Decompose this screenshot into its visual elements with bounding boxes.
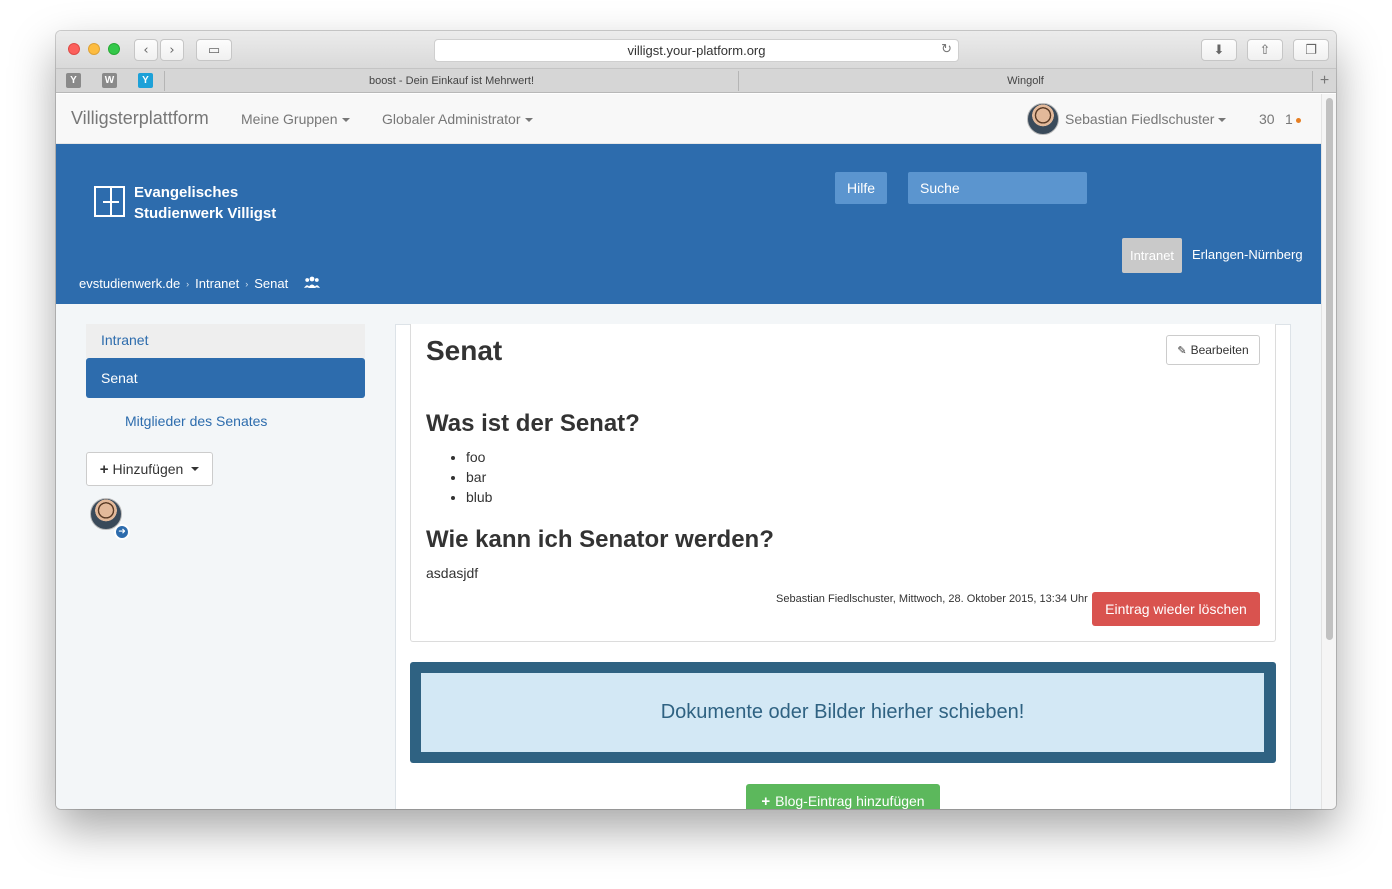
blog-button-label: Blog-Eintrag hinzufügen: [775, 793, 925, 809]
downloads-button[interactable]: ⬇: [1201, 39, 1237, 61]
list-item: bar: [466, 467, 492, 487]
section-heading: Wie kann ich Senator werden?: [426, 526, 774, 553]
new-tab-button[interactable]: +: [1313, 69, 1336, 93]
logo-text[interactable]: Evangelisches Studienwerk Villigst: [134, 182, 276, 224]
user-name: Sebastian Fiedlschuster: [1065, 111, 1215, 127]
chevron-left-icon: ‹: [143, 42, 149, 58]
caret-down-icon: [191, 467, 200, 471]
brand-link[interactable]: Villigsterplattform: [71, 108, 209, 129]
help-button[interactable]: Hilfe: [835, 172, 887, 204]
logo-line-1: Evangelisches: [134, 184, 239, 201]
tabs-overview-button[interactable]: ❐: [1293, 39, 1329, 61]
sidebar-item-intranet[interactable]: Intranet: [86, 324, 365, 358]
caret-down-icon: [524, 118, 533, 123]
site-header: Evangelisches Studienwerk Villigst Hilfe…: [56, 144, 1321, 304]
caret-down-icon: [1218, 118, 1227, 123]
tab-label: boost - Dein Einkauf ist Mehrwert!: [368, 75, 535, 87]
nav-label: Globaler Administrator: [382, 111, 521, 127]
breadcrumb-item[interactable]: evstudienwerk.de: [79, 276, 180, 291]
pinned-tab-y-combinator[interactable]: Y: [66, 73, 81, 88]
zoom-window-button[interactable]: [108, 43, 120, 55]
pinned-tab-wikipedia[interactable]: W: [102, 73, 117, 88]
y-combinator-icon: Y: [70, 75, 77, 86]
tab-label: Wingolf: [1007, 75, 1044, 87]
list-item: blub: [466, 487, 492, 507]
plus-icon: +: [761, 792, 771, 810]
user-avatar[interactable]: [1027, 103, 1059, 135]
villigst-logo-icon[interactable]: [94, 186, 125, 217]
tabs-icon: ❐: [1305, 42, 1317, 58]
nav-label: Meine Gruppen: [241, 111, 338, 127]
caret-down-icon: [341, 118, 350, 123]
share-icon: ⇧: [1259, 42, 1271, 58]
page-title: Senat: [426, 335, 503, 366]
sidebar-item-senat[interactable]: Senat: [86, 358, 365, 398]
back-button[interactable]: ‹: [134, 39, 158, 61]
nav-globaler-administrator[interactable]: Globaler Administrator: [382, 111, 533, 127]
reload-icon[interactable]: ↻: [941, 42, 952, 57]
address-bar[interactable]: villigst.your-platform.org ↻: [434, 39, 959, 62]
breadcrumb: evstudienwerk.de › Intranet › Senat: [79, 276, 321, 291]
add-blog-entry-button[interactable]: + Blog-Eintrag hinzufügen: [746, 784, 940, 809]
pill-intranet[interactable]: Intranet: [1122, 238, 1182, 273]
chevron-right-icon: ›: [169, 42, 175, 58]
edit-icon: ✎: [1177, 343, 1187, 357]
page-scrollbar[interactable]: [1321, 94, 1336, 809]
arrow-right-icon: ➜: [114, 524, 130, 540]
delete-entry-button[interactable]: Eintrag wieder löschen: [1092, 592, 1260, 626]
add-button[interactable]: + Hinzufügen: [86, 452, 213, 486]
share-button[interactable]: ⇧: [1247, 39, 1283, 61]
wikipedia-icon: W: [104, 75, 115, 86]
download-icon: ⬇: [1213, 42, 1225, 58]
sidebar-toggle-button[interactable]: ▭: [196, 39, 232, 61]
web-page: Villigsterplattform Meine Gruppen Global…: [56, 94, 1321, 809]
counter-badge[interactable]: 30: [1259, 111, 1275, 127]
tab-boost[interactable]: boost - Dein Einkauf ist Mehrwert!: [165, 69, 738, 93]
breadcrumb-item[interactable]: Intranet: [195, 276, 239, 291]
minimize-window-button[interactable]: [88, 43, 100, 55]
browser-window: ‹ › ▭ villigst.your-platform.org ↻ ⬇ ⇧ ❐…: [56, 31, 1336, 809]
browser-titlebar: ‹ › ▭ villigst.your-platform.org ↻ ⬇ ⇧ ❐: [56, 31, 1336, 69]
yammer-icon: Y: [142, 75, 149, 86]
edit-button[interactable]: ✎ Bearbeiten: [1166, 335, 1260, 365]
pinned-tab-yammer[interactable]: Y: [138, 73, 153, 88]
notification-dot-icon: [1295, 117, 1301, 123]
breadcrumb-separator-icon: ›: [186, 278, 190, 289]
paragraph: asdasjdf: [426, 565, 479, 581]
bullet-list: foo bar blub: [466, 447, 492, 507]
top-navbar: Villigsterplattform Meine Gruppen Global…: [56, 94, 1321, 144]
plus-icon: +: [99, 460, 109, 478]
notifications-indicator[interactable]: 1: [1285, 111, 1301, 127]
sidebar-icon: ▭: [207, 42, 221, 58]
tab-wingolf[interactable]: Wingolf: [739, 69, 1312, 93]
tab-bar: Y W Y boost - Dein Einkauf ist Mehrwert!…: [56, 69, 1336, 93]
url-text: villigst.your-platform.org: [627, 43, 766, 58]
entry-meta: Sebastian Fiedlschuster, Mittwoch, 28. O…: [776, 593, 1088, 605]
logo-line-2: Studienwerk Villigst: [134, 205, 277, 222]
breadcrumb-separator-icon: ›: [245, 278, 249, 289]
user-menu[interactable]: Sebastian Fiedlschuster: [1065, 111, 1227, 127]
breadcrumb-item[interactable]: Senat: [254, 276, 288, 291]
list-item: foo: [466, 447, 492, 467]
add-button-label: Hinzufügen: [112, 461, 184, 477]
file-dropzone[interactable]: Dokumente oder Bilder hierher schieben!: [421, 673, 1264, 752]
plus-icon: +: [1319, 72, 1330, 89]
notifications-count: 1: [1285, 111, 1293, 127]
close-window-button[interactable]: [68, 43, 80, 55]
pill-erlangen-nuernberg[interactable]: Erlangen-Nürnberg: [1192, 247, 1303, 262]
search-input[interactable]: [908, 172, 1087, 204]
forward-button[interactable]: ›: [160, 39, 184, 61]
scrollbar-thumb[interactable]: [1326, 98, 1333, 640]
group-icon[interactable]: [304, 276, 321, 291]
edit-button-label: Bearbeiten: [1190, 343, 1249, 357]
sidebar-item-mitglieder[interactable]: Mitglieder des Senates: [125, 413, 267, 429]
nav-meine-gruppen[interactable]: Meine Gruppen: [241, 111, 350, 127]
section-heading: Was ist der Senat?: [426, 410, 640, 437]
